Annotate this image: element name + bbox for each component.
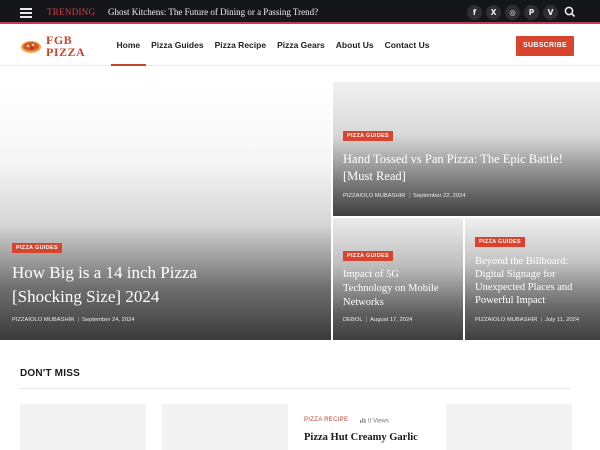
trending-ticker-link[interactable]: Ghost Kitchens: The Future of Dining or … bbox=[108, 7, 318, 17]
post-date: July 11, 2024 bbox=[545, 317, 580, 323]
nav-pizza-guides[interactable]: Pizza Guides bbox=[146, 26, 209, 66]
nav-pizza-gears[interactable]: Pizza Gears bbox=[272, 26, 331, 66]
post-thumbnail[interactable] bbox=[20, 404, 146, 450]
featured-main-title-line2[interactable]: [Shocking Size] 2024 bbox=[12, 287, 159, 307]
bar-chart-icon bbox=[360, 418, 366, 423]
featured-main-card[interactable]: PIZZA GUIDES How Big is a 14 inch Pizza … bbox=[0, 82, 331, 340]
card-title-line1[interactable]: Beyond the Billboard: bbox=[475, 256, 568, 267]
card-title-line1[interactable]: Impact of 5G bbox=[343, 269, 399, 280]
category-badge[interactable]: PIZZA GUIDES bbox=[12, 243, 62, 253]
post-meta: DEBOL | August 17, 2024 bbox=[343, 317, 413, 323]
nav-contact-us[interactable]: Contact Us bbox=[379, 26, 435, 66]
author-link[interactable]: PIZZAIOLO MUBASHIR bbox=[475, 317, 538, 323]
section-divider bbox=[20, 388, 571, 389]
subscribe-button[interactable]: SUBSCRIBE bbox=[516, 36, 574, 56]
pinterest-icon[interactable]: P bbox=[524, 5, 539, 20]
featured-card-bottom-left[interactable]: PIZZA GUIDES Impact of 5G Technology on … bbox=[333, 218, 463, 340]
post-date: September 24, 2024 bbox=[82, 317, 135, 323]
card-title-line4[interactable]: Powerful Impact bbox=[475, 295, 545, 306]
post-meta: PIZZAIOLO MUBASHIR | July 11, 2024 bbox=[475, 317, 580, 323]
facebook-icon[interactable]: f bbox=[467, 5, 482, 20]
post-thumbnail[interactable] bbox=[162, 404, 288, 450]
post-date: August 17, 2024 bbox=[370, 317, 413, 323]
category-badge[interactable]: PIZZA GUIDES bbox=[343, 131, 393, 141]
social-links: f X ◎ P V bbox=[467, 5, 558, 20]
featured-card-top-right[interactable]: PIZZA GUIDES Hand Tossed vs Pan Pizza: T… bbox=[333, 82, 600, 216]
logo-text-pizza: PIZZA bbox=[46, 45, 86, 59]
post-category-link[interactable]: PIZZA RECIPE bbox=[304, 417, 348, 423]
card-title-line2[interactable]: Technology on Mobile bbox=[343, 283, 439, 294]
card-title-line3[interactable]: Networks bbox=[343, 297, 384, 308]
card-title-line1[interactable]: Hand Tossed vs Pan Pizza: The Epic Battl… bbox=[343, 152, 563, 167]
card-title-line3[interactable]: Unexpected Places and bbox=[475, 282, 572, 293]
category-badge[interactable]: PIZZA GUIDES bbox=[475, 237, 525, 247]
main-navigation: FGB PIZZA Home Pizza Guides Pizza Recipe… bbox=[0, 26, 600, 66]
nav-home[interactable]: Home bbox=[111, 26, 146, 66]
post-views: 0 Views bbox=[360, 417, 389, 425]
nav-pizza-recipe[interactable]: Pizza Recipe bbox=[209, 26, 272, 66]
post-date: September 22, 2024 bbox=[413, 193, 466, 199]
instagram-icon[interactable]: ◎ bbox=[505, 5, 520, 20]
author-link[interactable]: PIZZAIOLO MUBASHIR bbox=[343, 193, 406, 199]
vimeo-icon[interactable]: V bbox=[543, 5, 558, 20]
nav-about-us[interactable]: About Us bbox=[330, 26, 379, 66]
hamburger-menu-icon[interactable] bbox=[20, 8, 32, 18]
x-icon[interactable]: X bbox=[486, 5, 501, 20]
category-badge[interactable]: PIZZA GUIDES bbox=[343, 251, 393, 261]
card-title-line2[interactable]: Digital Signage for bbox=[475, 269, 555, 280]
post-thumbnail[interactable] bbox=[446, 404, 572, 450]
featured-main-title-line1[interactable]: How Big is a 14 inch Pizza bbox=[12, 263, 197, 283]
search-icon[interactable] bbox=[563, 5, 577, 19]
post-title-link[interactable]: Pizza Hut Creamy Garlic bbox=[304, 432, 418, 443]
author-link[interactable]: DEBOL bbox=[343, 317, 363, 323]
author-link[interactable]: PIZZAIOLO MUBASHIR bbox=[12, 317, 75, 323]
section-heading-dont-miss: DON'T MISS bbox=[20, 368, 80, 379]
trending-label: TRENDING bbox=[47, 7, 96, 17]
featured-card-bottom-right[interactable]: PIZZA GUIDES Beyond the Billboard: Digit… bbox=[465, 218, 600, 340]
top-bar: TRENDING Ghost Kitchens: The Future of D… bbox=[0, 0, 600, 24]
site-logo[interactable]: FGB PIZZA bbox=[20, 32, 100, 60]
pizza-logo-icon bbox=[21, 41, 41, 53]
post-meta: PIZZAIOLO MUBASHIR | September 24, 2024 bbox=[12, 317, 135, 323]
primary-menu: Home Pizza Guides Pizza Recipe Pizza Gea… bbox=[111, 26, 435, 66]
views-count: 0 Views bbox=[368, 418, 389, 425]
card-title-line2[interactable]: [Must Read] bbox=[343, 169, 406, 184]
post-meta: PIZZAIOLO MUBASHIR | September 22, 2024 bbox=[343, 193, 466, 199]
